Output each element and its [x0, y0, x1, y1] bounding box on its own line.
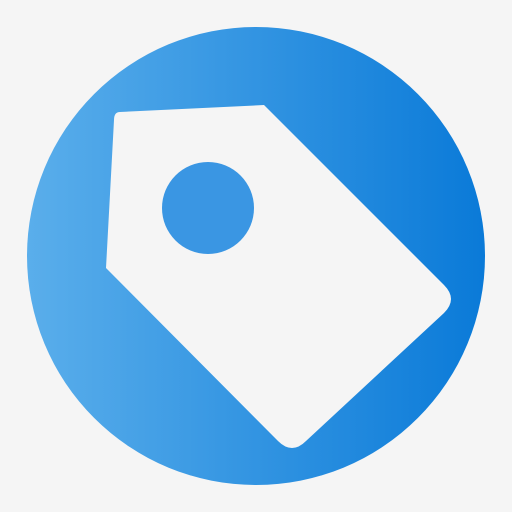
- price-tag-icon: [27, 27, 485, 485]
- tag-hole: [162, 162, 254, 254]
- app-icon-canvas: [0, 0, 512, 512]
